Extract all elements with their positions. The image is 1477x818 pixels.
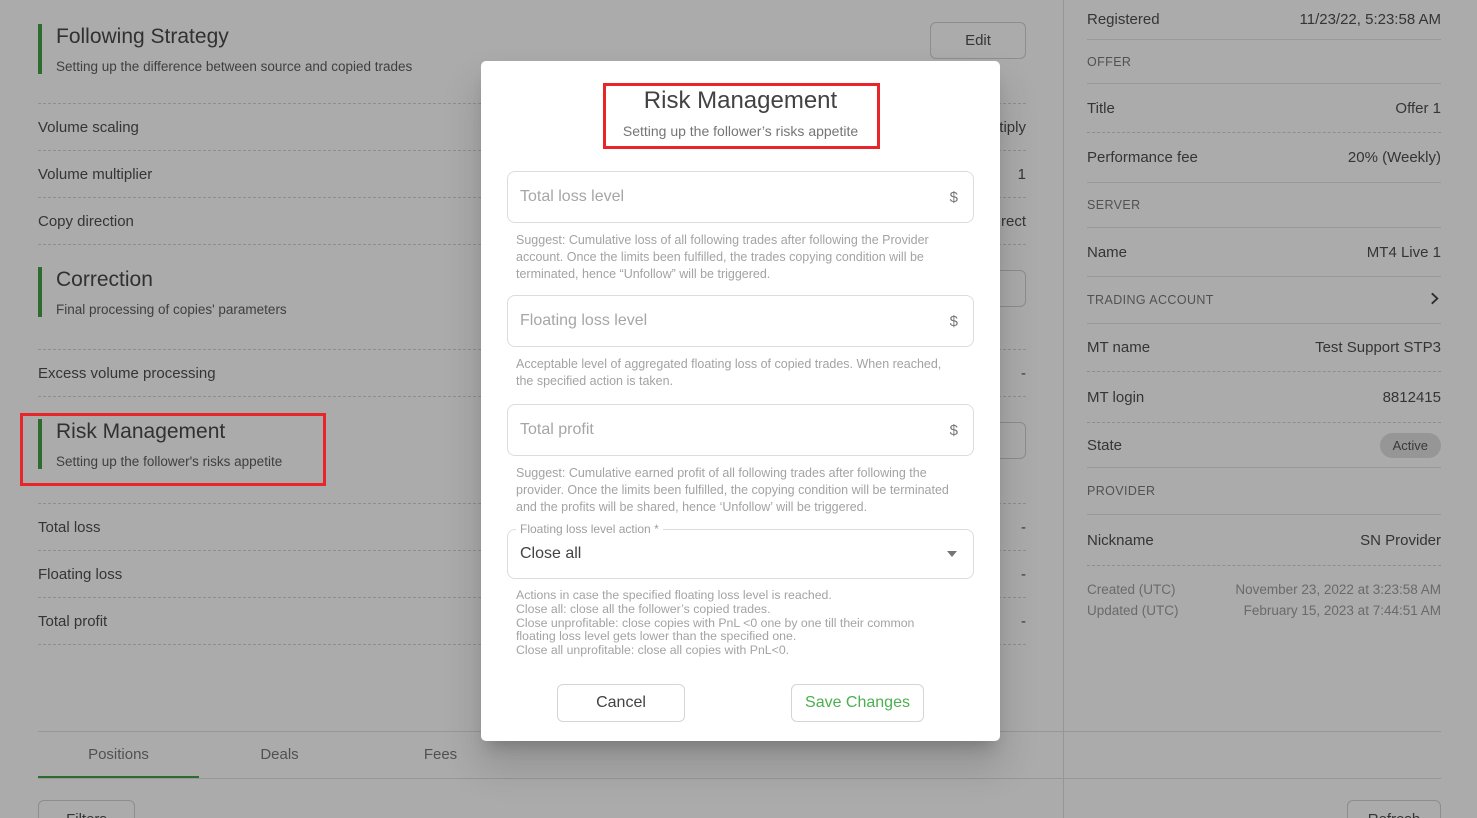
floating-loss-level-field: $ [507, 295, 974, 347]
total-loss-level-field: $ [507, 171, 974, 223]
floating-loss-level-input[interactable] [520, 312, 950, 330]
total-loss-help-text: Suggest: Cumulative loss of all followin… [507, 232, 974, 283]
dialog-subtitle: Setting up the follower’s risks appetite [481, 123, 1000, 139]
select-help-text: Actions in case the specified floating l… [507, 589, 974, 658]
floating-loss-action-select[interactable]: Floating loss level action * Close all [507, 529, 974, 579]
save-changes-button[interactable]: Save Changes [791, 684, 924, 722]
total-profit-help-text: Suggest: Cumulative earned profit of all… [507, 465, 974, 516]
select-label: Floating loss level action * [516, 522, 663, 536]
risk-management-dialog: Risk Management Setting up the follower’… [481, 61, 1000, 741]
total-profit-field: $ [507, 404, 974, 456]
dollar-suffix: $ [950, 313, 958, 330]
chevron-down-icon [947, 551, 957, 557]
total-loss-level-input[interactable] [520, 188, 950, 206]
dialog-title: Risk Management [481, 87, 1000, 115]
cancel-button[interactable]: Cancel [557, 684, 685, 722]
select-value: Close all [520, 545, 947, 563]
dollar-suffix: $ [950, 189, 958, 206]
dollar-suffix: $ [950, 422, 958, 439]
floating-loss-help-text: Acceptable level of aggregated floating … [507, 356, 974, 390]
total-profit-input[interactable] [520, 421, 950, 439]
page: Following Strategy Setting up the differ… [0, 0, 1477, 818]
dialog-actions: Cancel Save Changes [507, 684, 974, 722]
